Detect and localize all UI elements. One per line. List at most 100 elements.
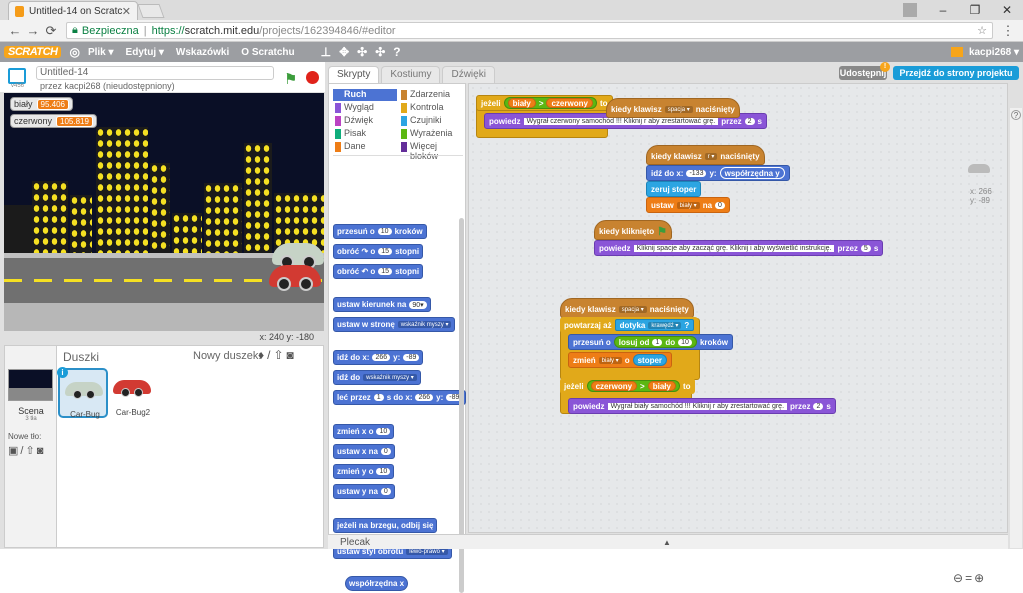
scratch-menubar: SCRATCH ◎ Plik ▾ Edytuj ▾ Wskazówki O Sc… [0,42,1023,62]
sprite-library-icon[interactable]: ♦ [258,348,267,362]
change-variable-block[interactable]: zmieńbiały ▾o stoper [568,352,672,368]
share-button[interactable]: Udostępnij ! [839,66,887,80]
if-block[interactable]: jeżeli biały > czerwony to [476,95,613,111]
block-turn-left[interactable]: obróć ↶ o15stopni [333,264,423,279]
upload-backdrop-icon[interactable]: ⇧ [25,445,36,457]
repeat-until-block[interactable]: powtarzaj aż dotykakrawędź ▾? [560,317,698,333]
tab-scripts[interactable]: Skrypty [328,66,379,83]
menu-about[interactable]: O Scratchu [241,47,294,58]
user-menu[interactable]: kacpi268 ▾ [951,47,1019,58]
restore-icon[interactable]: ❐ [959,0,991,20]
block-go-to-xy[interactable]: idź do x:266y:-89 [333,350,423,365]
chrome-menu-icon[interactable]: ⋮ [999,23,1017,39]
zoom-out-icon[interactable]: ⊖ [953,571,965,585]
when-key-space-pressed-hat[interactable]: kiedy klawiszspacja ▾naciśnięty [560,298,694,318]
url-bar[interactable]: 🔒︎ Bezpieczna | https:// scratch.mit.edu… [66,22,993,39]
block-point-direction[interactable]: ustaw kierunek na90▾ [333,297,431,312]
say-for-secs-block[interactable]: powiedzWygrał biały samochód !!! Kliknij… [568,398,836,414]
block-change-x[interactable]: zmień x o10 [333,424,394,439]
globe-icon[interactable]: ◎ [69,45,79,59]
sprite-thumb-car-bug2[interactable]: Car-Bug2 [108,368,158,418]
set-variable-block[interactable]: ustawbiały ▾na0 [646,197,730,213]
camera-sprite-icon[interactable]: ◙ [287,348,297,362]
stage-selector[interactable]: Scena 3 tła Nowe tło: ▣/⇧◙ [5,346,57,547]
upload-sprite-icon[interactable]: ⇧ [273,348,286,362]
delete-scissors-icon[interactable]: ✥ [339,45,349,59]
when-flag-clicked-hat[interactable]: kiedy kliknięto⚑ [594,220,672,240]
category-motion[interactable]: Ruch [333,89,397,101]
block-go-to[interactable]: idź dowskaźnik myszy ▾ [333,370,421,385]
category-sensing[interactable]: Czujniki [399,115,463,127]
category-data[interactable]: Dane [333,141,397,153]
backpack-bar[interactable]: Plecak ▲ [328,534,1008,549]
move-steps-block[interactable]: przesuń o losuj od1do10 kroków [568,334,733,350]
back-icon[interactable]: ← [6,23,24,38]
block-move-steps[interactable]: przesuń o10kroków [333,224,427,239]
url-path: /projects/162394846/#editor [259,25,395,37]
my-stuff-icon[interactable] [951,47,963,57]
block-glide[interactable]: leć przez1s do x:266y:-89 [333,390,466,405]
menu-file[interactable]: Plik ▾ [88,47,114,58]
shrink-icon[interactable]: ✣ [375,45,385,59]
info-icon[interactable]: i [57,367,68,378]
category-control[interactable]: Kontrola [399,102,463,114]
tab-costumes[interactable]: Kostiumy [381,66,440,83]
camera-backdrop-icon[interactable]: ◙ [37,445,46,457]
block-change-y[interactable]: zmień y o10 [333,464,394,479]
category-pen[interactable]: Pisak [333,128,397,140]
presentation-mode-icon[interactable] [8,68,26,84]
stage-header: v456 Untitled-14 przez kacpi268 (nieudos… [0,62,325,92]
when-key-pressed-hat[interactable]: kiedy klawiszspacja ▾naciśnięty [606,98,740,118]
say-for-secs-block[interactable]: powiedzKliknij spacje aby zacząć grę. Kl… [594,240,883,256]
notification-badge: ! [880,62,890,72]
close-tab-icon[interactable]: ✕ [122,5,131,18]
block-set-y[interactable]: ustaw y na0 [333,484,395,499]
backdrop-library-icon[interactable]: ▣ [8,445,20,457]
menu-tips[interactable]: Wskazówki [176,47,229,58]
help-icon[interactable]: ? [393,45,400,59]
category-more-blocks[interactable]: Więcej bloków [399,141,463,153]
minimize-icon[interactable]: – [927,0,959,20]
if-block[interactable]: jeżeli czerwony > biały to [560,378,695,394]
stage-canvas[interactable]: biały 95.406 czerwony 105.819 [4,93,324,331]
block-point-towards[interactable]: ustaw w stronęwskaźnik myszy ▾ [333,317,455,332]
project-title-input[interactable]: Untitled-14 [36,66,274,80]
block-bounce-edge[interactable]: jeżeli na brzegu, odbij się [333,518,437,533]
menu-edit[interactable]: Edytuj ▾ [126,47,164,58]
new-tab-button[interactable] [137,4,164,18]
white-car-sprite[interactable] [272,243,324,265]
variable-monitor-red[interactable]: czerwony 105.819 [10,114,97,128]
category-sound[interactable]: Dźwięk [333,115,397,127]
browser-tab[interactable]: Untitled-14 on Scratch ✕ [8,1,138,20]
see-project-page-button[interactable]: Przejdź do strony projektu [893,66,1019,80]
duplicate-stamp-icon[interactable]: ⊥ [321,45,331,59]
close-window-icon[interactable]: ✕ [991,0,1023,20]
reset-timer-block[interactable]: zeruj stoper [646,181,701,197]
when-key-r-pressed-hat[interactable]: kiedy klawiszr ▾naciśnięty [646,145,765,165]
grow-icon[interactable]: ✣ [357,45,367,59]
sprite-thumb-car-bug[interactable]: i Car-Bug [58,368,108,418]
green-flag-icon[interactable]: ⚑ [284,70,297,88]
category-looks[interactable]: Wygląd [333,102,397,114]
forward-icon[interactable]: → [24,23,42,38]
variable-monitor-white[interactable]: biały 95.406 [10,97,73,111]
stage-thumbnail[interactable] [8,369,53,401]
expand-arrow-icon[interactable]: ▲ [663,535,671,550]
stop-icon[interactable] [306,71,319,84]
tab-sounds[interactable]: Dźwięki [442,66,494,83]
block-set-x[interactable]: ustaw x na0 [333,444,395,459]
go-to-xy-block[interactable]: idź do x:-133y: współrzędna y [646,165,790,181]
zoom-reset-icon[interactable]: = [965,571,974,585]
scratch-logo[interactable]: SCRATCH [4,46,61,58]
block-turn-right[interactable]: obróć ↷ o15stopni [333,244,423,259]
profile-icon[interactable] [903,3,917,17]
block-x-position[interactable]: współrzędna x [345,576,408,591]
help-icon[interactable]: ? [1011,110,1021,120]
reload-icon[interactable]: ⟳ [42,23,60,39]
bookmark-star-icon[interactable]: ☆ [977,24,987,37]
monitor-value: 95.406 [37,99,69,110]
red-car-sprite[interactable] [269,265,321,287]
category-operators[interactable]: Wyrażenia [399,128,463,140]
category-events[interactable]: Zdarzenia [399,89,463,101]
zoom-in-icon[interactable]: ⊕ [974,571,986,585]
